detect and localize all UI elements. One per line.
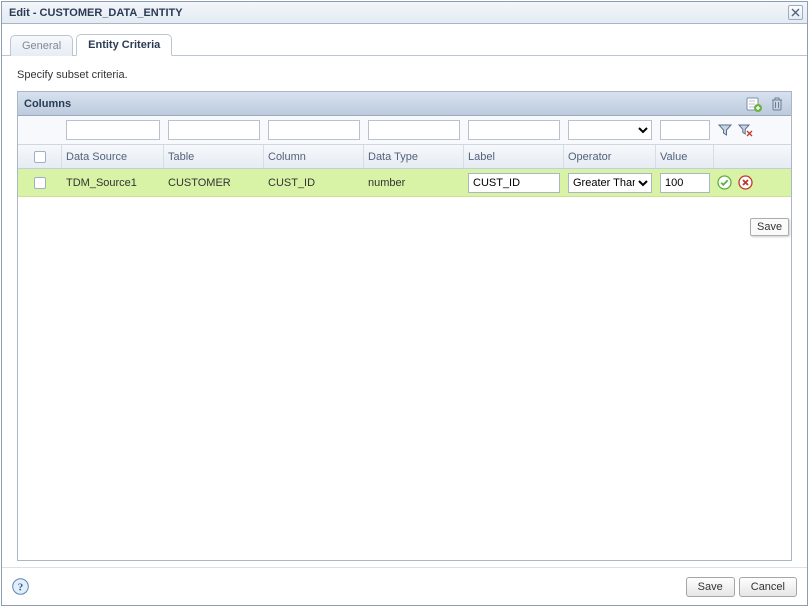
select-all-checkbox[interactable] bbox=[34, 151, 46, 163]
cell-table: CUSTOMER bbox=[164, 177, 264, 189]
tab-body: Specify subset criteria. Columns bbox=[2, 56, 807, 567]
cell-column: CUST_ID bbox=[264, 177, 364, 189]
button-bar: ? Save Cancel bbox=[2, 567, 807, 605]
filter-column[interactable] bbox=[268, 120, 360, 140]
table-row[interactable]: TDM_Source1 CUSTOMER CUST_ID number Grea… bbox=[18, 169, 791, 197]
hdr-value[interactable]: Value bbox=[656, 145, 714, 168]
row-save-icon[interactable] bbox=[716, 174, 733, 191]
filter-value[interactable] bbox=[660, 120, 710, 140]
panel-header: Columns bbox=[18, 92, 791, 116]
svg-text:?: ? bbox=[18, 581, 24, 593]
delete-icon[interactable] bbox=[768, 95, 785, 112]
tabstrip: General Entity Criteria bbox=[2, 24, 807, 56]
hdr-data-type[interactable]: Data Type bbox=[364, 145, 464, 168]
row-cancel-icon[interactable] bbox=[737, 174, 754, 191]
apply-filter-icon[interactable] bbox=[716, 122, 733, 139]
row-checkbox[interactable] bbox=[34, 177, 46, 189]
cell-value-input[interactable] bbox=[660, 173, 710, 193]
filter-row bbox=[18, 116, 791, 145]
cell-operator-input[interactable]: Greater Than bbox=[568, 173, 652, 193]
hdr-table[interactable]: Table bbox=[164, 145, 264, 168]
panel-header-actions bbox=[745, 95, 785, 112]
save-button[interactable]: Save bbox=[686, 577, 735, 597]
hdr-data-source[interactable]: Data Source bbox=[62, 145, 164, 168]
table-body: TDM_Source1 CUSTOMER CUST_ID number Grea… bbox=[18, 169, 791, 560]
columns-panel: Columns bbox=[17, 91, 792, 561]
tab-entity-criteria[interactable]: Entity Criteria bbox=[76, 34, 172, 56]
filter-data-type[interactable] bbox=[368, 120, 460, 140]
clear-filter-icon[interactable] bbox=[737, 122, 754, 139]
titlebar: Edit - CUSTOMER_DATA_ENTITY bbox=[2, 2, 807, 24]
hdr-label[interactable]: Label bbox=[464, 145, 564, 168]
panel-title: Columns bbox=[24, 98, 745, 110]
cell-data-type: number bbox=[364, 177, 464, 189]
hdr-column[interactable]: Column bbox=[264, 145, 364, 168]
hdr-operator[interactable]: Operator bbox=[564, 145, 656, 168]
dialog-title: Edit - CUSTOMER_DATA_ENTITY bbox=[6, 7, 788, 19]
add-column-icon[interactable] bbox=[745, 95, 762, 112]
table-header: Data Source Table Column Data Type Label… bbox=[18, 145, 791, 169]
close-icon[interactable] bbox=[788, 5, 803, 20]
tab-general[interactable]: General bbox=[10, 35, 73, 56]
cell-label-input[interactable] bbox=[468, 173, 560, 193]
intro-text: Specify subset criteria. bbox=[17, 69, 792, 81]
cell-data-source: TDM_Source1 bbox=[62, 177, 164, 189]
help-icon[interactable]: ? bbox=[12, 578, 30, 596]
save-tooltip: Save bbox=[750, 218, 789, 236]
filter-operator[interactable] bbox=[568, 120, 652, 140]
filter-table[interactable] bbox=[168, 120, 260, 140]
edit-dialog: Edit - CUSTOMER_DATA_ENTITY General Enti… bbox=[1, 1, 808, 606]
filter-data-source[interactable] bbox=[66, 120, 160, 140]
filter-label[interactable] bbox=[468, 120, 560, 140]
cancel-button[interactable]: Cancel bbox=[739, 577, 797, 597]
